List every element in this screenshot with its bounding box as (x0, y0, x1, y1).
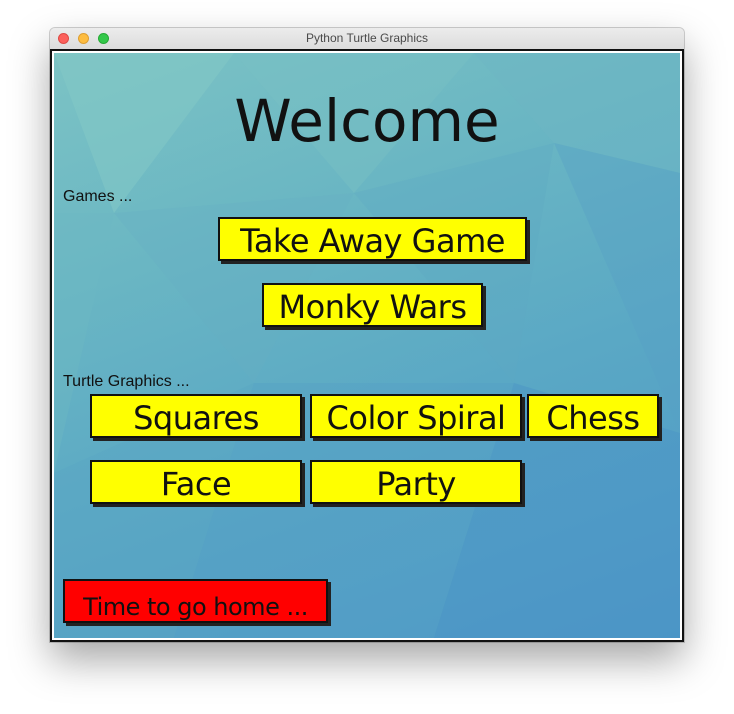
party-button[interactable]: Party (310, 460, 522, 504)
turtle-graphics-section-label: Turtle Graphics ... (63, 373, 190, 390)
take-away-game-button[interactable]: Take Away Game (218, 217, 527, 261)
go-home-button[interactable]: Time to go home ... (63, 579, 328, 623)
chess-button-label: Chess (546, 399, 640, 437)
turtle-window: Python Turtle Graphics Welcome Games ...… (50, 28, 684, 642)
party-button-label: Party (376, 465, 456, 503)
face-button[interactable]: Face (90, 460, 302, 504)
monky-wars-button[interactable]: Monky Wars (262, 283, 483, 327)
title-bar[interactable]: Python Turtle Graphics (50, 28, 684, 50)
monky-wars-button-label: Monky Wars (278, 288, 468, 326)
games-section-label: Games ... (63, 188, 133, 205)
turtle-canvas[interactable]: Welcome Games ... Take Away Game Monky W… (54, 53, 680, 638)
welcome-heading: Welcome (234, 87, 500, 155)
chess-button[interactable]: Chess (527, 394, 659, 438)
go-home-button-label: Time to go home ... (83, 593, 308, 621)
color-spiral-button-label: Color Spiral (326, 399, 506, 437)
face-button-label: Face (160, 465, 232, 503)
take-away-game-button-label: Take Away Game (240, 222, 505, 260)
squares-button[interactable]: Squares (90, 394, 302, 438)
window-title: Python Turtle Graphics (305, 31, 429, 45)
squares-button-label: Squares (133, 399, 259, 437)
color-spiral-button[interactable]: Color Spiral (310, 394, 522, 438)
canvas-frame: Welcome Games ... Take Away Game Monky W… (50, 49, 684, 642)
